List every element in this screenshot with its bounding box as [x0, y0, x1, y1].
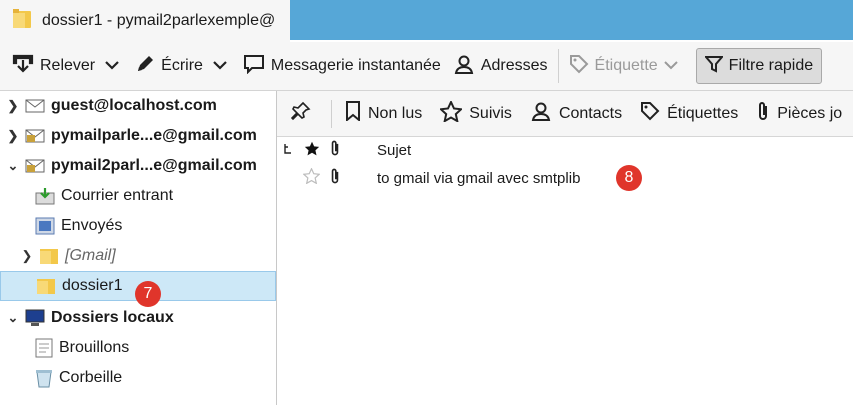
folder-label: Envoyés: [61, 217, 123, 234]
folder-label: [Gmail]: [65, 247, 116, 264]
quick-filter-label: Filtre rapide: [728, 57, 814, 74]
toolbar-separator: [557, 49, 559, 83]
chevron-right-icon[interactable]: ❯: [20, 248, 34, 264]
filter-attachments-button[interactable]: Pièces jo: [747, 100, 851, 127]
main-toolbar: Relever Écrire Messagerie instantanée Ad…: [0, 42, 853, 91]
funnel-icon: [703, 55, 729, 78]
filter-unread-label: Non lus: [368, 104, 423, 122]
write-button[interactable]: Écrire: [129, 49, 209, 83]
sticky-filter-button[interactable]: [277, 101, 327, 126]
folder-sent[interactable]: Envoyés: [0, 211, 276, 241]
get-mail-button[interactable]: Relever: [6, 49, 101, 83]
star-outline-icon: [302, 167, 321, 188]
drafts-icon: [35, 338, 53, 358]
quick-filter-button[interactable]: Filtre rapide: [695, 48, 823, 84]
paperclip-icon: [329, 167, 341, 189]
filter-contacts-button[interactable]: Contacts: [521, 101, 631, 126]
contact-icon: [530, 101, 559, 126]
tab-bar: dossier1 - pymail2parlexemple@: [0, 0, 853, 42]
filter-attachments-label: Pièces jo: [777, 104, 843, 122]
folder-icon: [36, 276, 56, 296]
chevron-down-icon: [663, 57, 684, 75]
attachment-column-header[interactable]: [329, 139, 341, 161]
folder-label: guest@localhost.com: [51, 97, 217, 114]
folder-label: dossier1: [62, 277, 123, 294]
folder-gmail[interactable]: ❯ [Gmail]: [0, 241, 276, 271]
chat-bubble-icon: [243, 54, 271, 79]
chat-button[interactable]: Messagerie instantanée: [237, 49, 447, 83]
filter-starred-label: Suivis: [469, 104, 512, 122]
tag-icon: [640, 101, 667, 126]
contact-icon: [453, 54, 481, 79]
starred-column-header[interactable]: [304, 141, 320, 160]
tab-dossier1[interactable]: dossier1 - pymail2parlexemple@: [0, 0, 290, 42]
folder-drafts[interactable]: Brouillons: [0, 333, 276, 363]
star-icon: [438, 99, 469, 127]
chevron-down-icon[interactable]: ⌄: [6, 158, 20, 174]
chevron-right-icon[interactable]: ❯: [6, 98, 20, 114]
annotation-badge-8: 8: [616, 165, 642, 191]
pin-icon: [290, 101, 318, 126]
folder-local-folders[interactable]: ⌄ Dossiers locaux: [0, 303, 276, 333]
inbox-icon: [35, 187, 55, 205]
folder-icon: [39, 246, 59, 266]
mail-account-icon: [25, 98, 45, 114]
get-mail-dropdown[interactable]: [101, 49, 129, 83]
folder-label: pymail2parl...e@gmail.com: [51, 157, 257, 174]
quick-filter-bar: Non lus Suivis Contacts Étiquettes Pièce…: [277, 91, 853, 137]
chat-label: Messagerie instantanée: [270, 57, 441, 74]
tag-button[interactable]: Étiquette: [563, 49, 690, 83]
folder-label: pymailparle...e@gmail.com: [51, 127, 257, 144]
folder-label: Dossiers locaux: [51, 309, 174, 326]
filter-unread-button[interactable]: Non lus: [336, 101, 431, 126]
download-icon: [12, 54, 40, 79]
message-subject: to gmail via gmail avec smtplib: [377, 169, 581, 187]
star-icon: [304, 141, 320, 160]
folder-pane: ❯ guest@localhost.com ❯ pymailparle...e@…: [0, 91, 277, 405]
tag-icon: [569, 54, 595, 79]
chevron-down-icon: [105, 57, 125, 75]
chevron-right-icon[interactable]: ❯: [6, 128, 20, 144]
filter-tags-label: Étiquettes: [667, 104, 739, 122]
secure-mail-account-icon: [25, 158, 45, 174]
paperclip-icon: [329, 139, 341, 161]
pencil-icon: [135, 54, 161, 79]
filter-tags-button[interactable]: Étiquettes: [631, 101, 747, 126]
star-toggle[interactable]: [302, 167, 321, 188]
folder-label: Brouillons: [59, 339, 130, 356]
folder-account-pymailparle[interactable]: ❯ pymailparle...e@gmail.com: [0, 121, 276, 151]
folder-inbox[interactable]: Courrier entrant: [0, 181, 276, 211]
thread-icon: [283, 142, 293, 159]
sent-icon: [35, 217, 55, 235]
address-book-button[interactable]: Adresses: [447, 49, 554, 83]
filter-starred-button[interactable]: Suivis: [431, 99, 521, 127]
paperclip-icon: [756, 100, 777, 127]
bookmark-icon: [345, 101, 368, 126]
address-book-label: Adresses: [480, 57, 548, 74]
write-label: Écrire: [161, 57, 203, 74]
tab-title: dossier1 - pymail2parlexemple@: [42, 12, 276, 29]
chevron-down-icon[interactable]: ⌄: [6, 310, 20, 326]
attachment-indicator: [329, 167, 341, 189]
annotation-badge-7: 7: [135, 281, 161, 307]
filter-contacts-label: Contacts: [558, 104, 623, 122]
subject-column-header[interactable]: Sujet: [377, 142, 411, 159]
computer-icon: [25, 309, 45, 327]
secure-mail-account-icon: [25, 128, 45, 144]
folder-trash[interactable]: Corbeille: [0, 363, 276, 393]
folder-account-guest[interactable]: ❯ guest@localhost.com: [0, 91, 276, 121]
folder-label: Courrier entrant: [61, 187, 174, 204]
write-dropdown[interactable]: [209, 49, 237, 83]
folder-label: Corbeille: [59, 369, 123, 386]
folder-icon: [12, 8, 32, 35]
get-mail-label: Relever: [40, 57, 96, 74]
thread-column-toggle[interactable]: [283, 142, 293, 159]
folder-account-pymail2parl[interactable]: ⌄ pymail2parl...e@gmail.com: [0, 151, 276, 181]
chevron-down-icon: [213, 57, 233, 75]
filter-separator: [331, 99, 332, 128]
thread-column-header: Sujet: [277, 137, 853, 163]
tag-label: Étiquette: [594, 57, 658, 74]
message-row[interactable]: to gmail via gmail avec smtplib 8: [277, 164, 853, 192]
trash-icon: [35, 368, 53, 388]
